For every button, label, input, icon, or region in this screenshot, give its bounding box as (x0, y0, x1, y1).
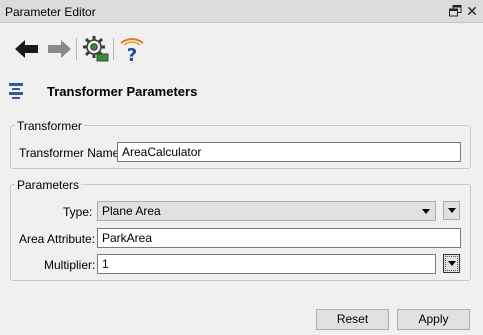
chevron-down-icon (448, 261, 456, 266)
float-window-icon[interactable] (449, 5, 462, 17)
multiplier-label: Multiplier: (44, 258, 96, 272)
apply-button[interactable]: Apply (397, 309, 470, 330)
transformer-group-title: Transformer (15, 119, 84, 133)
type-label: Type: (63, 205, 93, 219)
chevron-down-icon (422, 209, 430, 214)
help-icon[interactable]: ? (116, 33, 148, 65)
transformer-icon (9, 83, 23, 99)
reset-button[interactable]: Reset (316, 309, 389, 330)
toolbar-separator (113, 38, 114, 60)
close-icon[interactable]: ✕ (465, 3, 479, 19)
transformer-name-label: Transformer Name: (19, 146, 123, 160)
gear-settings-icon[interactable] (80, 33, 112, 65)
multiplier-input[interactable]: 1 (97, 254, 436, 274)
svg-text:?: ? (127, 45, 137, 65)
chevron-down-icon (448, 208, 456, 213)
area-attribute-label: Area Attribute: (19, 232, 96, 246)
back-arrow-icon[interactable] (11, 33, 43, 65)
type-options-button[interactable] (443, 201, 460, 220)
forward-arrow-icon[interactable] (43, 33, 75, 65)
area-attribute-input[interactable]: ParkArea (97, 228, 461, 248)
transformer-name-input[interactable]: AreaCalculator (117, 142, 461, 162)
toolbar-separator (76, 38, 77, 60)
type-select-value: Plane Area (102, 204, 161, 218)
title-bar: Parameter Editor ✕ (0, 0, 483, 23)
parameter-editor-window: Parameter Editor ✕ ? Transformer Paramet… (0, 0, 483, 335)
multiplier-options-button[interactable] (443, 254, 460, 273)
page-title: Transformer Parameters (47, 84, 198, 99)
parameters-group-title: Parameters (15, 178, 82, 192)
type-select[interactable]: Plane Area (97, 201, 436, 221)
window-title: Parameter Editor (5, 5, 96, 19)
